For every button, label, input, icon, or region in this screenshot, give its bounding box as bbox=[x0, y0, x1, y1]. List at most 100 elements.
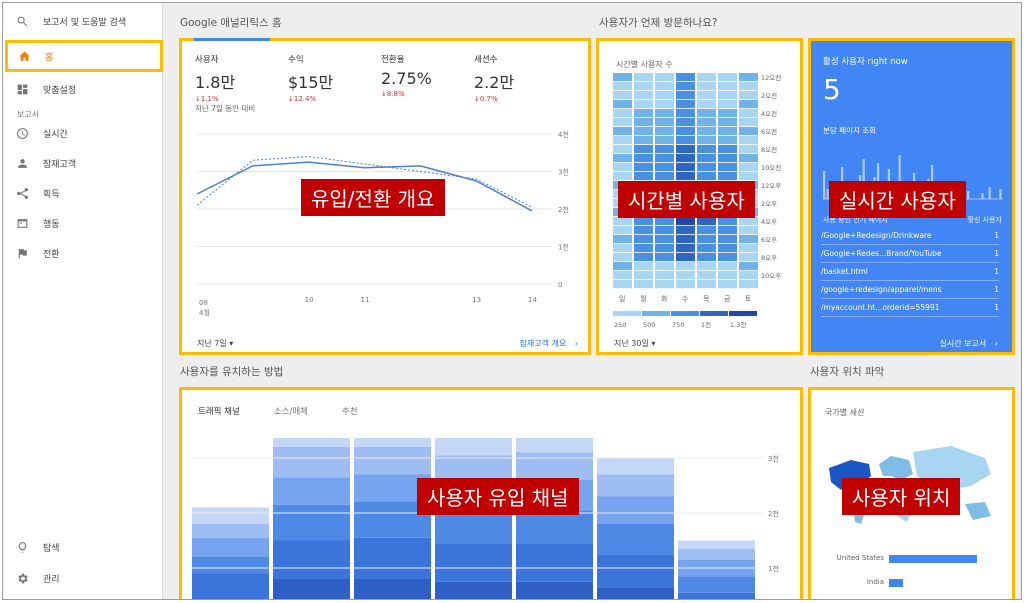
hourly-heatmap: 12오전 2오전 4오전 6오전 8오전 10오전 12오후 2오후 4오후 6오후 8오후 10오후… bbox=[613, 73, 781, 329]
heatmap-cell bbox=[634, 280, 653, 289]
heatmap-cell bbox=[739, 145, 758, 154]
sidebar-item-customization[interactable]: 맞춤설정 bbox=[3, 75, 163, 103]
acquire-section-title: 사용자를 유치하는 방법 bbox=[180, 366, 284, 378]
heatmap-cell bbox=[718, 226, 737, 235]
page-title: Google 애널리틱스 홈 bbox=[180, 17, 282, 29]
heatmap-cell bbox=[634, 127, 653, 136]
heatmap-cell bbox=[676, 91, 695, 100]
heatmap-cell bbox=[655, 280, 674, 289]
metric-conversion-rate[interactable]: 전환율 2.75% ↓8.8% bbox=[381, 53, 474, 103]
tab-traffic-channel[interactable]: 트래픽 채널 bbox=[198, 405, 240, 417]
heatmap-cell bbox=[613, 226, 632, 235]
heatmap-title: 시간별 사용자 수 bbox=[616, 60, 673, 69]
channel-bar-segment bbox=[516, 543, 593, 582]
heatmap-cell bbox=[634, 226, 653, 235]
day-label: 월 bbox=[640, 294, 646, 303]
tab-source-medium[interactable]: 소스/매체 bbox=[274, 405, 308, 417]
channel-bar-segment bbox=[192, 573, 269, 599]
heatmap-cell bbox=[718, 100, 737, 109]
heatmap-cell bbox=[697, 226, 716, 235]
day-label: 토 bbox=[745, 295, 752, 303]
heatmap-cell bbox=[613, 91, 632, 100]
heatmap-cell bbox=[634, 136, 653, 145]
sidebar-item-behavior[interactable]: 행동 bbox=[3, 209, 163, 237]
flag-icon bbox=[15, 246, 29, 260]
heatmap-cell bbox=[739, 253, 758, 262]
legend-label: 1천 bbox=[701, 320, 711, 329]
legend-swatch bbox=[729, 311, 757, 316]
day-label: 화 bbox=[661, 295, 668, 303]
legend-swatch bbox=[671, 311, 699, 316]
channel-bar-segment bbox=[435, 455, 512, 480]
gear-icon bbox=[15, 571, 29, 585]
sidebar-item-admin[interactable]: 관리 bbox=[3, 564, 163, 592]
sidebar-item-conversions[interactable]: 전환 bbox=[3, 239, 163, 267]
heatmap-cell bbox=[718, 271, 737, 280]
metric-revenue[interactable]: 수익 $15만 ↓12.4% bbox=[288, 53, 381, 103]
line-chart: 4천 3천 2천 1천 0 10 11 13 14 bbox=[196, 130, 569, 304]
legend-swatch bbox=[613, 311, 641, 316]
heatmap-cell bbox=[613, 253, 632, 262]
heatmap-cell bbox=[718, 235, 737, 244]
top-page-row[interactable]: /myaccount.ht...orderid=55991 1 bbox=[821, 299, 999, 317]
heatmap-cell bbox=[718, 244, 737, 253]
x-tick-label: 14 bbox=[528, 296, 537, 304]
legend-swatch bbox=[642, 311, 670, 316]
metric-users[interactable]: 사용자 1.8만 ↓1.1% bbox=[195, 53, 288, 103]
heatmap-cell bbox=[697, 82, 716, 91]
hour-label: 6오후 bbox=[761, 236, 777, 244]
channel-bar-segment bbox=[192, 537, 269, 557]
heatmap-cell bbox=[613, 217, 632, 226]
top-page-row[interactable]: /Google+Redes...Brand/YouTube 1 bbox=[821, 245, 999, 263]
heatmap-cell bbox=[655, 91, 674, 100]
sidebar-item-discover[interactable]: 탐색 bbox=[3, 533, 163, 561]
tab-referrals[interactable]: 추천 bbox=[342, 405, 358, 417]
heatmap-cell bbox=[739, 244, 758, 253]
top-page-row[interactable]: /Google+Redesign/Drinkware 1 bbox=[821, 227, 999, 245]
metric-label: 세션수 bbox=[474, 55, 498, 65]
compare-note: 지난 7일 동안 대비 bbox=[195, 104, 256, 113]
sidebar-search[interactable]: 보고서 및 도움말 검색 bbox=[3, 7, 163, 35]
heatmap-cell bbox=[697, 145, 716, 154]
country-bar bbox=[889, 579, 903, 587]
audience-overview-link[interactable]: 잠재고객 개요 › bbox=[520, 338, 578, 349]
heatmap-cell bbox=[655, 253, 674, 262]
heatmap-cell bbox=[739, 154, 758, 163]
search-icon bbox=[15, 14, 29, 28]
period-selector[interactable]: 지난 7일 ▾ bbox=[197, 338, 233, 349]
heatmap-cell bbox=[739, 226, 758, 235]
channel-bar-segment bbox=[192, 557, 269, 574]
heatmap-cell bbox=[613, 271, 632, 280]
heatmap-cell bbox=[718, 82, 737, 91]
realtime-report-link[interactable]: 실시간 보고서 › bbox=[940, 338, 998, 349]
top-page-row[interactable]: /basket.html 1 bbox=[821, 263, 999, 281]
heatmap-cell bbox=[613, 109, 632, 118]
heatmap-cell bbox=[655, 262, 674, 271]
channel-bar-segment bbox=[516, 452, 593, 480]
hour-label: 8오전 bbox=[761, 145, 777, 154]
metrics-row: 사용자 1.8만 ↓1.1% 수익 $15만 ↓12.4% 전환율 2.75% … bbox=[195, 53, 567, 103]
heatmap-period-selector[interactable]: 지난 30일 ▾ bbox=[614, 338, 655, 349]
pageview-bar bbox=[999, 189, 1002, 199]
sidebar-item-audience[interactable]: 잠재고객 bbox=[3, 149, 163, 177]
heatmap-cell bbox=[676, 226, 695, 235]
heatmap-cell bbox=[739, 91, 758, 100]
dropdown-arrow-icon: ▾ bbox=[651, 339, 656, 348]
heatmap-cell bbox=[634, 154, 653, 163]
channel-bar-segment bbox=[678, 592, 755, 599]
heatmap-cell bbox=[676, 271, 695, 280]
metric-sessions[interactable]: 세션수 2.2만 ↓0.7% bbox=[474, 53, 567, 103]
heatmap-cell bbox=[613, 244, 632, 253]
sidebar-item-acquisition[interactable]: 획득 bbox=[3, 179, 163, 207]
heatmap-cell bbox=[697, 118, 716, 127]
heatmap-cell bbox=[634, 163, 653, 172]
channel-bar-segment bbox=[597, 496, 674, 524]
channel-bar-segment bbox=[354, 447, 431, 475]
top-page-row[interactable]: /google+redesign/apparel/mens 1 bbox=[821, 281, 999, 299]
sidebar-item-realtime[interactable]: 실시간 bbox=[3, 119, 163, 147]
heatmap-cell bbox=[634, 109, 653, 118]
sidebar-item-home[interactable]: 홈 bbox=[5, 40, 163, 72]
sidebar-search-label: 보고서 및 도움말 검색 bbox=[43, 17, 127, 28]
sidebar: 보고서 및 도움말 검색 홈 맞춤설정 보고서 실시간 잠재고객 획득 행동 전… bbox=[3, 3, 163, 599]
channel-bar-segment bbox=[516, 510, 593, 544]
